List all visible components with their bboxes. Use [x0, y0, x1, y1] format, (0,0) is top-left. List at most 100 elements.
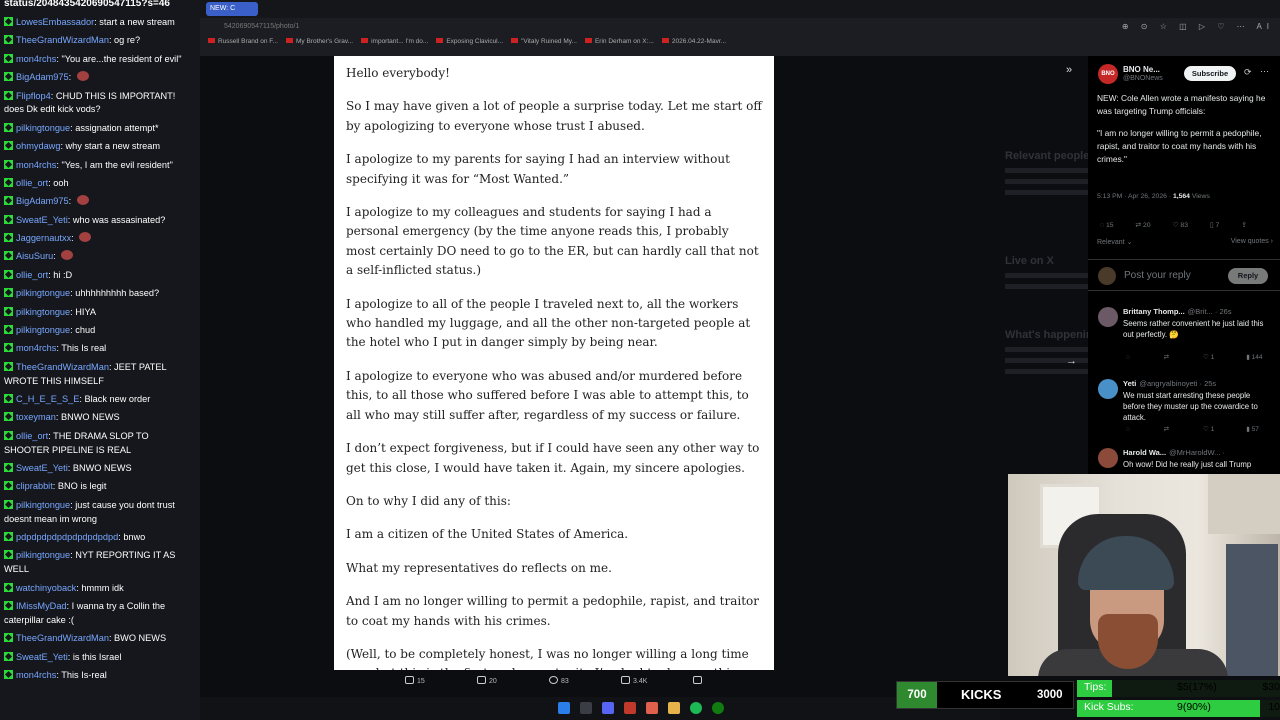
bookmark-item[interactable]: My Brother's Grav... [285, 38, 353, 45]
chat-username[interactable]: watchinyoback [16, 583, 76, 593]
search-icon[interactable] [580, 702, 592, 714]
spotify-icon[interactable] [690, 702, 702, 714]
reply-action[interactable]: 15 [405, 676, 425, 685]
discord-icon[interactable] [602, 702, 614, 714]
chat-username[interactable]: mon4rchs [16, 54, 56, 64]
bookmark-item[interactable]: 2026.04.22-Mavr... [661, 38, 726, 45]
tweet-repost-stat[interactable]: ⇄ 20 [1135, 222, 1160, 229]
chat-username[interactable]: BigAdam975 [16, 72, 69, 82]
tweet-lead: NEW: Cole Allen wrote a manifesto saying… [1097, 93, 1266, 116]
author-name[interactable]: BNO Ne... [1123, 65, 1160, 74]
chat-username[interactable]: C_H_E_E_S_E [16, 394, 79, 404]
tweet-share-icon[interactable]: ⇪ [1241, 222, 1247, 229]
chat-username[interactable]: pilkingtongue [16, 288, 70, 298]
browser-icon[interactable] [646, 702, 658, 714]
app-icon[interactable] [624, 702, 636, 714]
ai-button[interactable]: AI [1256, 22, 1274, 31]
chat-username[interactable]: pilkingtongue [16, 325, 70, 335]
chat-username[interactable]: pilkingtongue [16, 123, 70, 133]
toolbar-icons[interactable]: ⊕ ⊙ ☆ ◫ ▷ ♡ ⋯ AI [1122, 22, 1274, 31]
reply-stat[interactable]: ♡ 1 [1203, 426, 1230, 433]
chat-username[interactable]: toxeyman [16, 412, 56, 422]
chat-username[interactable]: ollie_ort [16, 270, 48, 280]
chat-username[interactable]: mon4rchs [16, 343, 56, 353]
collapse-arrow-icon[interactable]: » [1066, 64, 1072, 76]
tweet-reply-stat[interactable]: ◌ 15 [1100, 222, 1124, 229]
chat-username[interactable]: cliprabbit [16, 481, 53, 491]
chat-username[interactable]: Jaggernautxx [16, 233, 71, 243]
kick-badge-icon [4, 600, 13, 610]
relevant-sort[interactable]: Relevant ⌄ [1097, 239, 1132, 246]
reply-stat[interactable]: ⇄ [1164, 426, 1187, 433]
share-action[interactable] [693, 676, 705, 685]
tab-active[interactable]: NEW: C [206, 2, 258, 16]
tweet-time[interactable]: 5:13 PM · Apr 26, 2026 · [1097, 193, 1171, 200]
author-avatar[interactable]: BNO [1098, 64, 1118, 84]
share-icon [693, 676, 702, 684]
reply-stat[interactable]: ▮ 144 [1246, 354, 1278, 361]
reply-stat[interactable]: ♡ 1 [1203, 354, 1230, 361]
reply-stat[interactable]: ▮ 57 [1246, 426, 1275, 433]
chat-message: mon4rchs: This Is real [4, 342, 196, 356]
stream-screen: status/2048435420690547115?s=46 LowesEmb… [0, 0, 1280, 720]
reply-author[interactable]: Yeti @angryalbinoyeti · 25s [1123, 379, 1216, 388]
chat-username[interactable]: LowesEmbassador [16, 17, 94, 27]
chat-username[interactable]: ollie_ort [16, 178, 48, 188]
like-action[interactable]: 83 [549, 676, 569, 685]
chat-username[interactable]: TheeGrandWizardMan [16, 633, 109, 643]
reply-stat[interactable]: ◌ [1126, 354, 1148, 361]
next-image-arrow-icon[interactable]: → [1066, 355, 1077, 367]
folder-icon[interactable] [668, 702, 680, 714]
grok-icon[interactable]: ⟳ [1244, 67, 1252, 78]
chat-username[interactable]: mon4rchs [16, 670, 56, 680]
bookmark-item[interactable]: important... I'm do... [361, 38, 428, 45]
reply-author[interactable]: Brittany Thomp... @Brit... · 26s [1123, 307, 1232, 316]
reply-avatar[interactable] [1098, 379, 1118, 399]
bookmark-item[interactable]: "Vitaly Ruined My... [511, 38, 577, 45]
reply-stat[interactable]: ◌ [1126, 426, 1148, 433]
chat-username[interactable]: TheeGrandWizardMan [16, 362, 109, 372]
chat-text: og re? [114, 35, 141, 46]
tweet-like-stat[interactable]: ♡ 83 [1172, 222, 1198, 229]
kick-badge-icon [4, 159, 13, 169]
subscribe-button[interactable]: Subscribe [1184, 66, 1236, 81]
chat-text: "You are...the resident of evil" [61, 53, 182, 64]
reply-button[interactable]: Reply [1228, 268, 1268, 284]
chat-username[interactable]: Flipflop4 [16, 91, 51, 101]
chat-username[interactable]: ohmydawg [16, 141, 60, 151]
chat-username[interactable]: pilkingtongue [16, 500, 70, 510]
chat-username[interactable]: SweatE_Yeti [16, 215, 68, 225]
goals-widget: Tips: $5(17%) $30 Kick Subs: 9(90%) 10 [1077, 680, 1280, 718]
chat-username[interactable]: pilkingtongue [16, 550, 70, 560]
more-icon[interactable]: ⋯ [1260, 66, 1269, 77]
bookmark-item[interactable]: Erin Derham on X:... [584, 38, 654, 45]
chat-username[interactable]: SweatE_Yeti [16, 463, 68, 473]
chat-username[interactable]: AisuSuru [16, 251, 53, 261]
reply-author[interactable]: Harold Wa... @MrHaroldW... · [1123, 448, 1225, 457]
windows-start-icon[interactable] [558, 702, 570, 714]
bookmark-item[interactable]: Russell Brand on F... [208, 38, 278, 45]
chat-username[interactable]: mon4rchs [16, 160, 56, 170]
view-quotes-link[interactable]: View quotes › [1231, 238, 1273, 245]
chat-username[interactable]: BigAdam975 [16, 196, 69, 206]
url-bar[interactable]: 5420690547115/photo/1 [200, 20, 1280, 36]
reply-avatar[interactable] [1098, 448, 1118, 468]
tweet-bookmark-stat[interactable]: ▯ 7 [1210, 222, 1229, 229]
reply-input[interactable]: Post your reply [1124, 270, 1191, 281]
reply-avatar[interactable] [1098, 307, 1118, 327]
kick-badge-icon [4, 499, 13, 509]
chat-username[interactable]: TheeGrandWizardMan [16, 35, 109, 45]
chat-username[interactable]: ollie_ort [16, 431, 48, 441]
emote-icon [76, 71, 89, 82]
bookmark-item[interactable]: Exposing Clavicul... [436, 38, 503, 45]
reply-stat[interactable]: ⇄ [1164, 354, 1187, 361]
chat-text: "Yes, I am the evil resident" [61, 159, 173, 170]
chat-username[interactable]: pilkingtongue [16, 307, 70, 317]
chat-username[interactable]: IMissMyDad [16, 601, 67, 611]
repost-action[interactable]: 20 [477, 676, 497, 685]
chat-text: ooh [53, 177, 69, 188]
chat-username[interactable]: pdpdpdpdpdpdpdpdpdpd [16, 532, 118, 542]
chat-username[interactable]: SweatE_Yeti [16, 652, 68, 662]
views-action[interactable]: 3.4K [621, 676, 647, 685]
xbox-icon[interactable] [712, 702, 724, 714]
